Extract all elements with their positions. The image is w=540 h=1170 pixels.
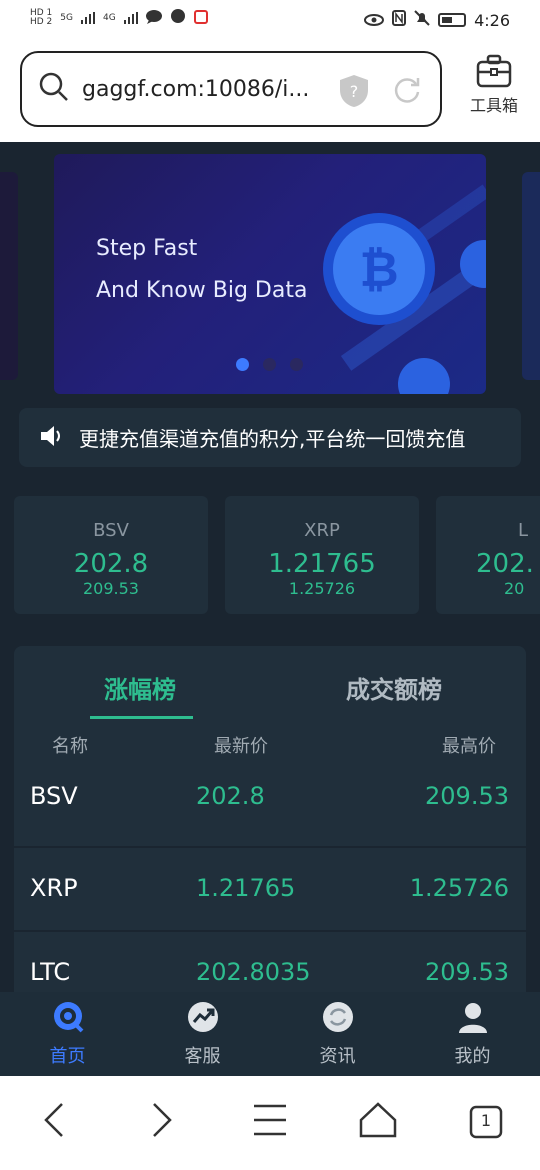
banner-line-1: Step Fast [96, 236, 198, 261]
banner-carousel[interactable]: Step Fast And Know Big Data ₿ [54, 154, 486, 394]
ticker-high: 209.53 [83, 579, 139, 598]
nav-home[interactable]: 首页 [0, 992, 135, 1076]
app-ball-icon [170, 8, 186, 28]
url-bar[interactable]: gaggf.com:10086/i... ? [20, 51, 442, 127]
row-high: 1.25726 [409, 874, 509, 902]
system-nav-bar: 1 [0, 1076, 540, 1170]
svg-text:?: ? [350, 82, 359, 101]
table-row[interactable]: XRP 1.21765 1.25726 [14, 848, 526, 930]
row-price: 1.21765 [196, 874, 296, 902]
nav-label: 客服 [184, 1046, 221, 1067]
user-icon [405, 1000, 540, 1038]
reload-icon[interactable] [392, 75, 422, 105]
forward-button[interactable] [142, 1102, 182, 1142]
column-header-name: 名称 [52, 736, 88, 757]
chevron-left-icon [42, 1102, 66, 1142]
banner-next-slide[interactable] [522, 172, 540, 380]
ticker-high: 20 [504, 579, 525, 598]
nav-label: 我的 [454, 1046, 491, 1067]
ticker-name: BSV [93, 520, 129, 541]
row-high: 209.53 [425, 782, 509, 810]
carousel-dots [236, 358, 303, 371]
toolbox-icon [476, 54, 512, 92]
chart-trend-icon [135, 1000, 270, 1038]
status-left: HD 1 HD 2 5G 4G [30, 8, 208, 28]
home-button[interactable] [358, 1102, 398, 1142]
nav-news[interactable]: 资讯 [270, 992, 405, 1076]
row-high: 209.53 [425, 958, 509, 986]
ticker-name: L [518, 520, 529, 541]
hamburger-menu-icon [253, 1104, 287, 1140]
tabs-button[interactable]: 1 [466, 1102, 506, 1142]
tab-gainers[interactable]: 涨幅榜 [104, 670, 176, 705]
ticker-price: 1.21765 [268, 549, 376, 579]
net1-label: 5G [60, 12, 73, 23]
carousel-dot[interactable] [236, 358, 249, 371]
banner-prev-slide[interactable] [0, 172, 18, 380]
search-icon [38, 71, 70, 107]
tabs-icon: 1 [469, 1105, 503, 1139]
toolbox-button[interactable]: 工具箱 [466, 54, 522, 116]
nav-service[interactable]: 客服 [135, 992, 270, 1076]
svg-text:₿: ₿ [359, 242, 398, 298]
clock-time: 4:26 [474, 10, 510, 30]
battery-icon [438, 13, 467, 27]
column-header-price: 最新价 [214, 736, 268, 757]
sim2-label: HD 2 [30, 17, 53, 27]
table-row[interactable]: BSV 202.8 209.53 [14, 764, 526, 846]
row-name: LTC [30, 958, 71, 986]
nav-profile[interactable]: 我的 [405, 992, 540, 1076]
bitcoin-coin-icon: ₿ [304, 184, 486, 394]
net2-label: 4G [103, 12, 116, 23]
tab-count: 1 [480, 1111, 492, 1130]
row-name: BSV [30, 782, 78, 810]
signal-icon [81, 9, 95, 28]
browser-bar: gaggf.com:10086/i... ? 工具箱 [0, 40, 540, 142]
ticker-name: XRP [304, 520, 340, 541]
row-price: 202.8 [196, 782, 265, 810]
notice-bar[interactable]: 更捷充值渠道充值的积分,平台统一回馈充值 [19, 408, 521, 467]
menu-button[interactable] [250, 1102, 290, 1142]
notice-text: 更捷充值渠道充值的积分,平台统一回馈充值 [79, 427, 466, 451]
row-price: 202.8035 [196, 958, 311, 986]
chat-bubble-icon [145, 9, 162, 28]
chevron-right-icon [150, 1102, 174, 1142]
signal-icon-2 [123, 9, 138, 28]
row-name: XRP [30, 874, 78, 902]
house-icon [359, 1102, 397, 1142]
toolbox-label: 工具箱 [469, 96, 518, 115]
tab-volume[interactable]: 成交额榜 [346, 670, 442, 705]
status-right: 4:26 [364, 10, 510, 30]
carousel-dot[interactable] [290, 358, 303, 371]
page-content: Step Fast And Know Big Data ₿ 更捷充值渠道充值的积… [0, 142, 540, 1076]
sim-indicators: HD 1 HD 2 [30, 9, 52, 27]
nav-label: 资讯 [319, 1046, 356, 1067]
ticker-high: 1.25726 [288, 579, 356, 598]
url-text[interactable]: gaggf.com:10086/i... [82, 77, 312, 102]
ticker-price: 202.8 [73, 549, 149, 579]
status-bar: HD 1 HD 2 5G 4G 4:26 [0, 0, 540, 40]
eye-icon [364, 11, 385, 30]
refresh-circle-icon [270, 1000, 405, 1038]
nav-label: 首页 [49, 1046, 86, 1067]
ticker-card[interactable]: L 202. 20 [436, 496, 540, 614]
banner-line-2: And Know Big Data [96, 278, 308, 303]
ticker-price: 202. [476, 549, 534, 579]
ticker-card[interactable]: XRP 1.21765 1.25726 [225, 496, 419, 614]
column-header-high: 最高价 [442, 736, 496, 757]
bottom-nav: 首页 客服 资讯 我的 [0, 992, 540, 1076]
tab-underline [90, 716, 193, 719]
speaker-icon [39, 425, 65, 451]
ticker-card[interactable]: BSV 202.8 209.53 [14, 496, 208, 614]
home-icon [0, 1000, 135, 1038]
carousel-dot[interactable] [263, 358, 276, 371]
red-app-icon [193, 9, 208, 28]
nfc-icon [392, 10, 407, 30]
security-shield-icon[interactable]: ? [338, 73, 370, 109]
mute-bell-icon [414, 10, 430, 30]
back-button[interactable] [34, 1102, 74, 1142]
